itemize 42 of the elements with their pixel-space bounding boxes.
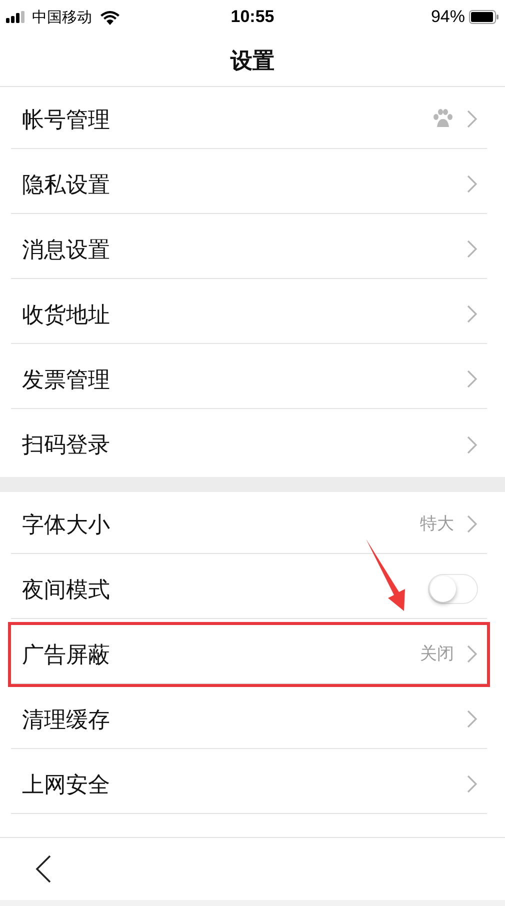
battery-icon [468, 10, 499, 24]
row-label: 上网安全 [22, 770, 111, 798]
settings-row[interactable]: 隐私设置 [8, 152, 490, 217]
chevron-right-icon [466, 709, 478, 729]
chevron-right-icon [466, 109, 478, 129]
settings-row[interactable]: 清理缓存 [8, 687, 490, 752]
row-label: 帐号管理 [22, 106, 111, 134]
chevron-right-icon [466, 174, 478, 194]
page-title: 设置 [230, 46, 274, 74]
chevron-right-icon [466, 239, 478, 259]
row-label: 广告屏蔽 [22, 640, 111, 668]
row-label: 扫码登录 [22, 431, 111, 459]
chevron-right-icon [466, 644, 478, 664]
settings-row[interactable]: 字体大小 特大 [8, 492, 490, 557]
settings-row[interactable]: 发票管理 [8, 347, 490, 412]
row-label: 清理缓存 [22, 706, 111, 734]
toggle-switch[interactable] [428, 574, 478, 604]
battery-percent: 94% [430, 6, 465, 28]
chevron-right-icon [466, 304, 478, 324]
row-label: 发票管理 [22, 366, 111, 394]
settings-row[interactable]: 收货地址 [8, 282, 490, 347]
settings-row[interactable]: 广告屏蔽 关闭 [8, 622, 490, 687]
status-time: 10:55 [230, 6, 276, 28]
row-label: 夜间模式 [22, 576, 111, 604]
row-label: 消息设置 [22, 236, 111, 264]
settings-row[interactable]: 帐号管理 [8, 87, 490, 152]
row-label: 收货地址 [22, 300, 111, 328]
chevron-right-icon [466, 514, 478, 534]
settings-row[interactable]: 上网安全 [8, 752, 490, 817]
settings-row[interactable]: 消息设置 [8, 217, 490, 282]
row-label: 隐私设置 [22, 170, 111, 198]
chevron-right-icon [466, 774, 478, 794]
row-value: 特大 [420, 513, 454, 536]
chevron-right-icon [466, 369, 478, 389]
chevron-right-icon [466, 434, 478, 454]
paw-icon [432, 108, 454, 130]
row-label: 字体大小 [22, 510, 111, 538]
settings-row[interactable]: 扫码登录 [8, 412, 490, 477]
wifi-icon [100, 10, 120, 24]
carrier-name: 中国移动 [32, 6, 92, 28]
back-icon[interactable] [34, 854, 52, 884]
row-value: 关闭 [420, 643, 454, 666]
